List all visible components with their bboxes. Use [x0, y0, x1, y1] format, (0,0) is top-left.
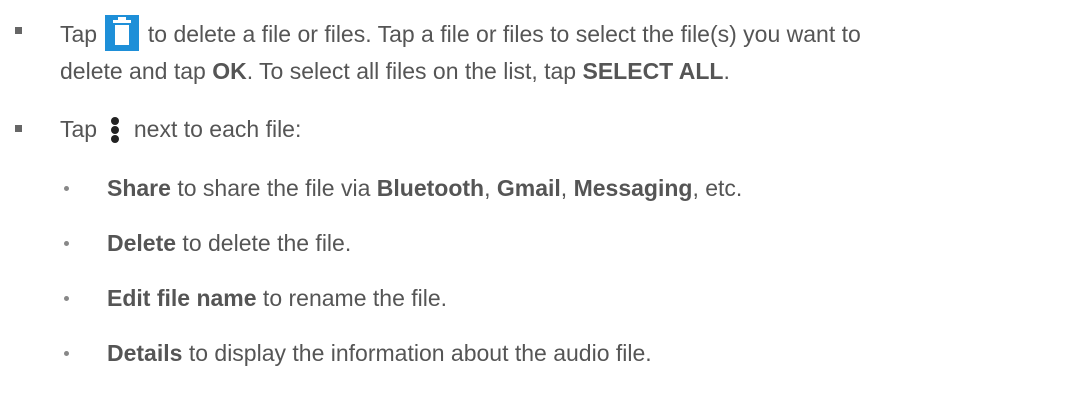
sub-item-text: to rename the file.	[256, 285, 448, 311]
messaging-term: Messaging	[573, 175, 693, 201]
bluetooth-term: Bluetooth	[376, 175, 485, 201]
sub-item-text: , etc.	[692, 175, 743, 201]
share-term: Share	[107, 175, 171, 201]
sub-bullet-marker	[64, 186, 69, 191]
sub-bullet-marker	[64, 296, 69, 301]
sub-item: Share to share the file via Bluetooth, G…	[107, 173, 742, 203]
tap-text: Tap	[60, 116, 98, 142]
sub-bullet-marker	[64, 351, 69, 356]
details-term: Details	[107, 340, 183, 366]
bullet-marker	[15, 125, 22, 132]
delete-term: Delete	[107, 230, 177, 256]
sub-item: Edit file name to rename the file.	[107, 283, 447, 313]
instruction-line: Tap to delete a file or files. Tap a fil…	[60, 15, 861, 51]
sub-item-text: to display the information about the aud…	[182, 340, 652, 366]
more-vert-icon	[109, 117, 121, 143]
sub-item-text: to share the file via	[170, 175, 377, 201]
instruction-text: . To select all files on the list, tap	[246, 58, 583, 84]
instruction-text: .	[723, 58, 730, 84]
instruction-text: next to each file:	[133, 116, 302, 142]
instruction-line: delete and tap OK. To select all files o…	[60, 56, 730, 86]
instruction-line: Tap next to each file:	[60, 114, 301, 144]
trash-icon	[105, 15, 140, 51]
bullet-marker	[15, 27, 22, 34]
ok-term: OK	[212, 58, 247, 84]
sub-item: Delete to delete the file.	[107, 228, 351, 258]
separator: ,	[484, 175, 497, 201]
select-all-term: SELECT ALL	[582, 58, 724, 84]
sub-item-text: to delete the file.	[176, 230, 352, 256]
tap-text: Tap	[60, 21, 98, 47]
sub-bullet-marker	[64, 241, 69, 246]
instruction-text: to delete a file or files. Tap a file or…	[147, 21, 861, 47]
edit-file-name-term: Edit file name	[107, 285, 257, 311]
sub-item: Details to display the information about…	[107, 338, 652, 368]
separator: ,	[560, 175, 574, 201]
gmail-term: Gmail	[496, 175, 561, 201]
instruction-text: delete and tap	[60, 58, 213, 84]
